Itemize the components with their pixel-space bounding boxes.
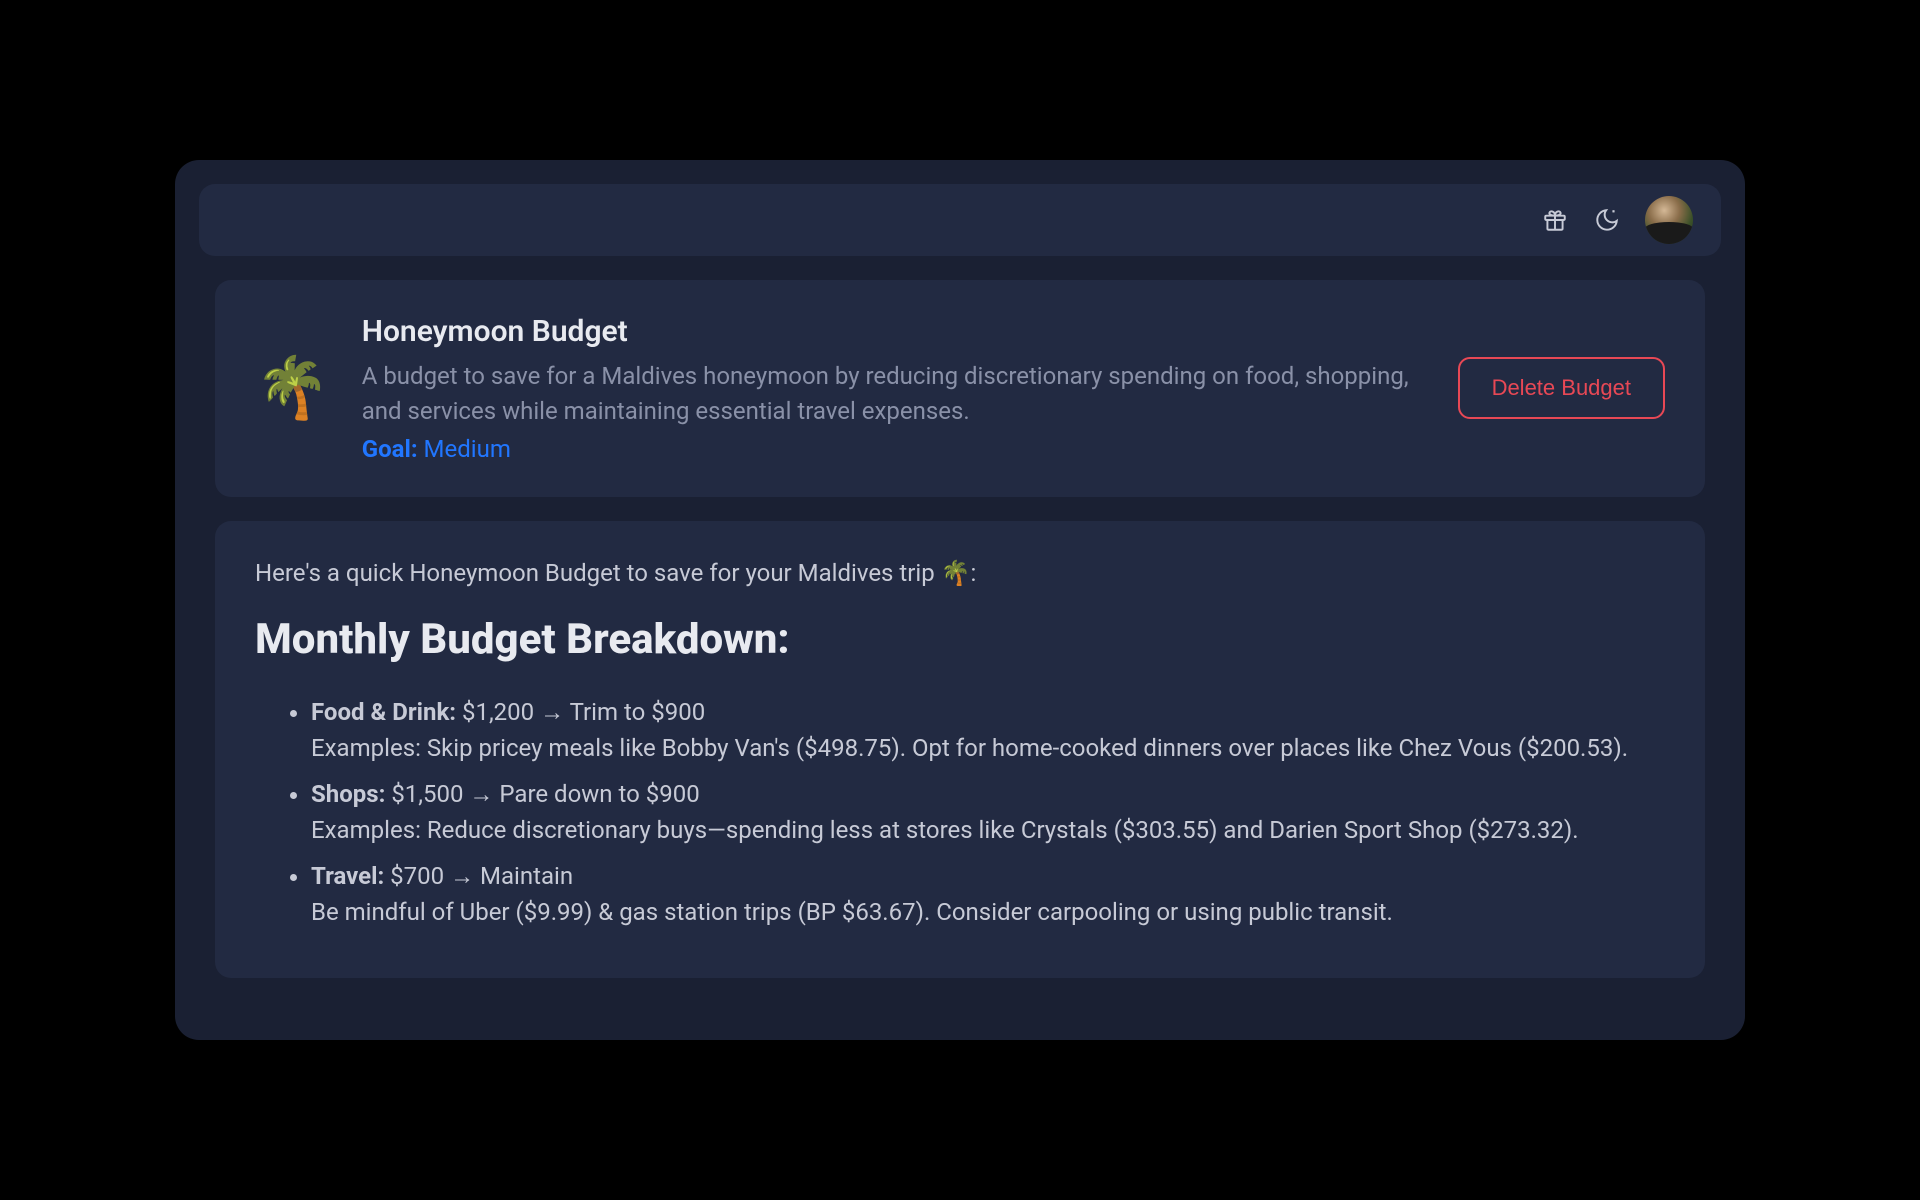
app-window: 🌴 Honeymoon Budget A budget to save for … xyxy=(175,160,1745,1040)
category-change: $1,500 → Pare down to $900 xyxy=(385,780,699,808)
category-example: Examples: Reduce discretionary buys—spen… xyxy=(311,812,1665,848)
palm-tree-icon: 🌴 xyxy=(255,358,330,418)
gift-icon[interactable] xyxy=(1541,206,1569,234)
category-label: Travel: xyxy=(311,862,384,890)
moon-icon[interactable] xyxy=(1593,206,1621,234)
category-change: $700 → Maintain xyxy=(384,862,573,890)
breakdown-heading: Monthly Budget Breakdown: xyxy=(255,615,1665,664)
category-example: Be mindful of Uber ($9.99) & gas station… xyxy=(311,894,1665,930)
content: 🌴 Honeymoon Budget A budget to save for … xyxy=(175,280,1745,978)
list-item: Shops: $1,500 → Pare down to $900 Exampl… xyxy=(311,776,1665,848)
goal-label: Goal: xyxy=(362,435,418,463)
category-example: Examples: Skip pricey meals like Bobby V… xyxy=(311,730,1665,766)
list-item: Travel: $700 → Maintain Be mindful of Ub… xyxy=(311,858,1665,930)
budget-description: A budget to save for a Maldives honeymoo… xyxy=(362,359,1426,429)
budget-info: Honeymoon Budget A budget to save for a … xyxy=(362,314,1426,463)
budget-card: 🌴 Honeymoon Budget A budget to save for … xyxy=(215,280,1705,497)
topbar xyxy=(199,184,1721,256)
budget-title: Honeymoon Budget xyxy=(362,314,1426,349)
category-change: $1,200 → Trim to $900 xyxy=(456,698,705,726)
category-label: Food & Drink: xyxy=(311,698,456,726)
budget-goal: Goal: Medium xyxy=(362,435,1426,463)
breakdown-card: Here's a quick Honeymoon Budget to save … xyxy=(215,521,1705,978)
breakdown-list: Food & Drink: $1,200 → Trim to $900 Exam… xyxy=(255,694,1665,930)
goal-value: Medium xyxy=(424,435,511,463)
list-item: Food & Drink: $1,200 → Trim to $900 Exam… xyxy=(311,694,1665,766)
user-avatar[interactable] xyxy=(1645,196,1693,244)
category-label: Shops: xyxy=(311,780,385,808)
breakdown-intro: Here's a quick Honeymoon Budget to save … xyxy=(255,559,1665,587)
delete-budget-button[interactable]: Delete Budget xyxy=(1458,357,1665,419)
